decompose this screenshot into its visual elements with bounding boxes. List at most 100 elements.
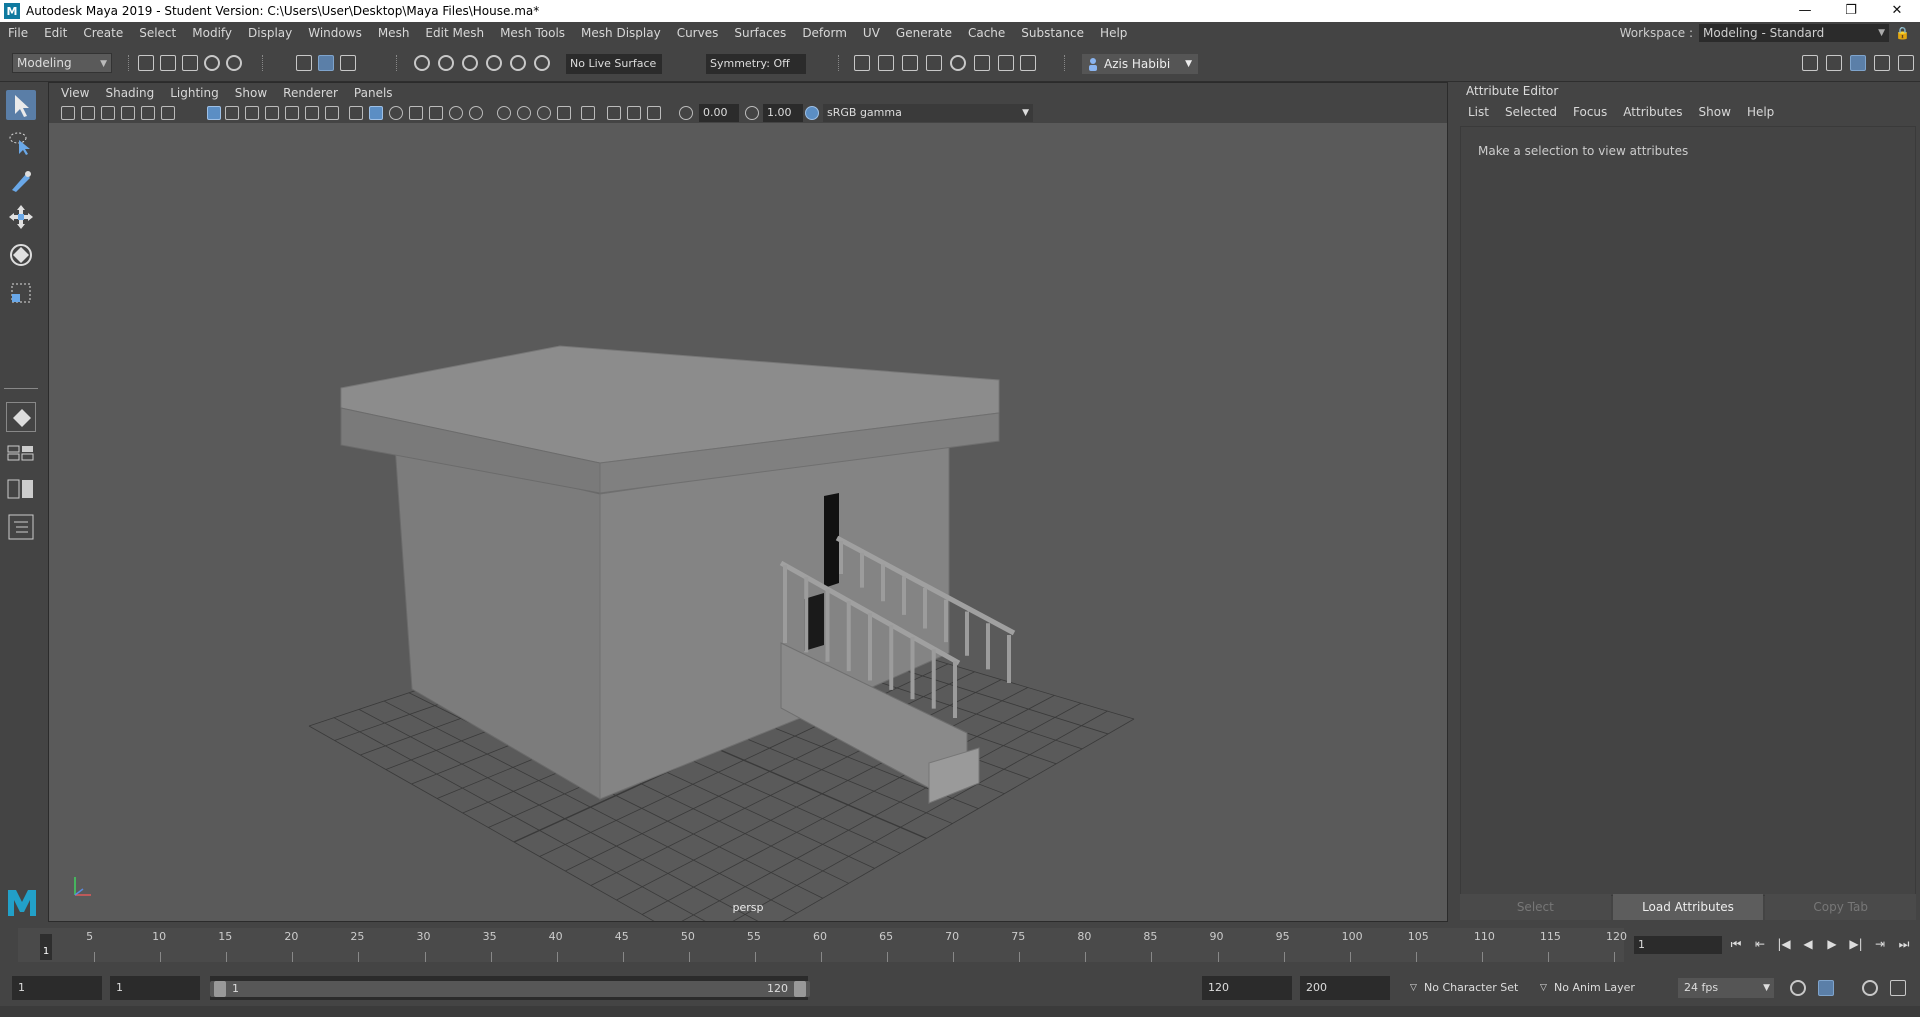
depth-of-field-icon[interactable] bbox=[557, 106, 571, 120]
exposure-field[interactable]: 0.00 bbox=[699, 104, 739, 122]
minimize-button[interactable]: — bbox=[1782, 0, 1828, 22]
ae-load-attributes-button[interactable]: Load Attributes bbox=[1612, 894, 1764, 920]
menu-cache[interactable]: Cache bbox=[960, 22, 1013, 44]
close-button[interactable]: ✕ bbox=[1874, 0, 1920, 22]
redo-icon[interactable] bbox=[226, 55, 242, 71]
shadows-icon[interactable] bbox=[469, 106, 483, 120]
user-account-button[interactable]: Azis Habibi ▼ bbox=[1082, 54, 1198, 74]
auto-key-icon[interactable] bbox=[1790, 980, 1806, 996]
pause-ipr-icon[interactable] bbox=[1020, 55, 1036, 71]
safe-action-icon[interactable] bbox=[305, 106, 319, 120]
menu-edit-mesh[interactable]: Edit Mesh bbox=[417, 22, 492, 44]
gate-mask-icon[interactable] bbox=[265, 106, 279, 120]
character-controls-icon[interactable] bbox=[1826, 55, 1842, 71]
ae-menu-help[interactable]: Help bbox=[1739, 102, 1782, 122]
loop-playback-icon[interactable] bbox=[1818, 980, 1834, 996]
2d-pan-zoom-icon[interactable] bbox=[141, 106, 155, 120]
range-end-handle[interactable] bbox=[794, 981, 806, 997]
arnold-ipr-icon[interactable] bbox=[998, 55, 1014, 71]
select-object-icon[interactable] bbox=[318, 55, 334, 71]
character-set-select[interactable]: ▽ No Character Set bbox=[1410, 978, 1520, 998]
ae-select-button[interactable]: Select bbox=[1460, 894, 1611, 920]
modeling-toolkit-icon[interactable] bbox=[1802, 55, 1818, 71]
xray-joints-icon[interactable] bbox=[647, 106, 661, 120]
render-current-frame-icon[interactable] bbox=[878, 55, 894, 71]
step-forward-frame-icon[interactable]: ▶| bbox=[1848, 936, 1864, 952]
channel-box-icon[interactable] bbox=[1898, 55, 1914, 71]
menu-select[interactable]: Select bbox=[131, 22, 184, 44]
view-transform-select[interactable]: sRGB gamma bbox=[823, 104, 1033, 122]
grease-pencil-icon[interactable] bbox=[161, 106, 175, 120]
lock-icon[interactable]: 🔒 bbox=[1895, 26, 1910, 40]
3d-viewport[interactable]: persp bbox=[49, 123, 1447, 921]
snap-curve-icon[interactable] bbox=[438, 55, 454, 71]
xray-icon[interactable] bbox=[607, 106, 621, 120]
textured-icon[interactable] bbox=[429, 106, 443, 120]
outliner-layout-icon[interactable] bbox=[6, 474, 36, 499]
menu-create[interactable]: Create bbox=[75, 22, 131, 44]
viewport-menu-show[interactable]: Show bbox=[227, 86, 275, 100]
current-time-marker[interactable]: 1 bbox=[40, 934, 52, 960]
animation-end-field[interactable]: 200 bbox=[1300, 976, 1390, 1000]
snap-projected-center-icon[interactable] bbox=[486, 55, 502, 71]
render-view-icon[interactable] bbox=[854, 55, 870, 71]
snap-grid-icon[interactable] bbox=[414, 55, 430, 71]
menu-generate[interactable]: Generate bbox=[888, 22, 960, 44]
range-bar[interactable]: 1 120 bbox=[210, 976, 810, 1000]
field-chart-icon[interactable] bbox=[285, 106, 299, 120]
ae-menu-show[interactable]: Show bbox=[1691, 102, 1739, 122]
open-scene-icon[interactable] bbox=[160, 55, 176, 71]
restore-button[interactable]: ❐ bbox=[1828, 0, 1874, 22]
menu-substance[interactable]: Substance bbox=[1013, 22, 1092, 44]
menu-mesh-display[interactable]: Mesh Display bbox=[573, 22, 669, 44]
resolution-gate-icon[interactable] bbox=[245, 106, 259, 120]
range-handle[interactable]: 1 120 bbox=[210, 981, 810, 997]
ae-menu-attributes[interactable]: Attributes bbox=[1615, 102, 1690, 122]
menu-mesh[interactable]: Mesh bbox=[370, 22, 418, 44]
smooth-shade-icon[interactable] bbox=[369, 106, 383, 120]
go-to-end-icon[interactable]: ⏭ bbox=[1896, 936, 1912, 952]
workspace-select[interactable]: Modeling - Standard bbox=[1699, 24, 1890, 42]
wireframe-on-shaded-icon[interactable] bbox=[409, 106, 423, 120]
animation-preferences-icon[interactable] bbox=[1862, 980, 1878, 996]
snap-view-plane-icon[interactable] bbox=[510, 55, 526, 71]
film-gate-icon[interactable] bbox=[225, 106, 239, 120]
screen-space-ao-icon[interactable] bbox=[497, 106, 511, 120]
viewport-menu-shading[interactable]: Shading bbox=[97, 86, 162, 100]
menu-display[interactable]: Display bbox=[240, 22, 300, 44]
menu-modify[interactable]: Modify bbox=[184, 22, 240, 44]
wireframe-icon[interactable] bbox=[349, 106, 363, 120]
move-tool-icon[interactable] bbox=[6, 202, 36, 232]
bookmark-icon[interactable] bbox=[101, 106, 115, 120]
ae-copy-tab-button[interactable]: Copy Tab bbox=[1765, 894, 1917, 920]
step-back-key-icon[interactable]: ⇤ bbox=[1752, 936, 1768, 952]
motion-blur-icon[interactable] bbox=[517, 106, 531, 120]
gamma-field[interactable]: 1.00 bbox=[763, 104, 803, 122]
select-component-icon[interactable] bbox=[340, 55, 356, 71]
gamma-icon[interactable] bbox=[745, 106, 759, 120]
ae-menu-focus[interactable]: Focus bbox=[1565, 102, 1615, 122]
menu-uv[interactable]: UV bbox=[855, 22, 888, 44]
playback-end-field[interactable]: 120 bbox=[1202, 976, 1292, 1000]
xray-active-components-icon[interactable] bbox=[627, 106, 641, 120]
select-hierarchy-icon[interactable] bbox=[296, 55, 312, 71]
play-forwards-icon[interactable]: ▶ bbox=[1824, 936, 1840, 952]
menu-help[interactable]: Help bbox=[1092, 22, 1135, 44]
grid-icon[interactable] bbox=[207, 106, 221, 120]
rotate-tool-icon[interactable] bbox=[6, 240, 36, 270]
range-start-handle[interactable] bbox=[214, 981, 226, 997]
tool-settings-icon[interactable] bbox=[1874, 55, 1890, 71]
playback-start-field[interactable]: 1 bbox=[110, 976, 200, 1000]
menu-file[interactable]: File bbox=[0, 22, 36, 44]
lasso-tool-icon[interactable] bbox=[6, 128, 36, 158]
anti-aliasing-icon[interactable] bbox=[537, 106, 551, 120]
undo-icon[interactable] bbox=[204, 55, 220, 71]
hypershade-icon[interactable] bbox=[950, 55, 966, 71]
ae-menu-selected[interactable]: Selected bbox=[1497, 102, 1565, 122]
menu-edit[interactable]: Edit bbox=[36, 22, 75, 44]
four-view-layout-icon[interactable] bbox=[6, 438, 36, 461]
save-scene-icon[interactable] bbox=[182, 55, 198, 71]
sound-icon[interactable] bbox=[1890, 980, 1906, 996]
render-settings-icon[interactable] bbox=[926, 55, 942, 71]
scale-tool-icon[interactable] bbox=[6, 278, 36, 308]
